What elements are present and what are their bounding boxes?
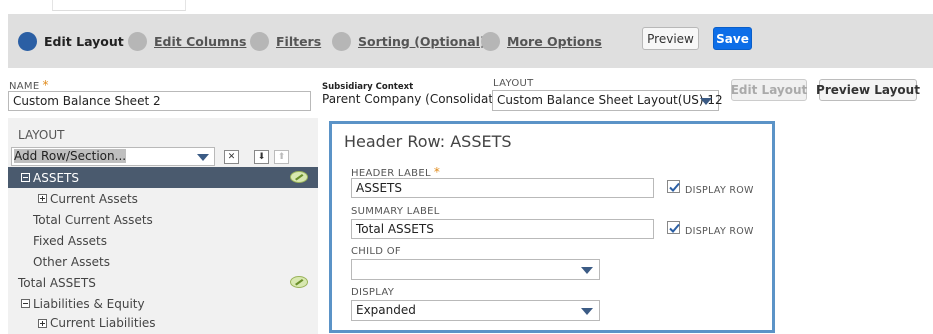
expand-icon[interactable]: [38, 318, 47, 328]
step-label: Edit Columns: [154, 33, 247, 49]
step-indicator-icon: [128, 31, 147, 51]
tree-row-liabilities-equity[interactable]: Liabilities & Equity: [8, 293, 318, 314]
tree-row-fixed-assets[interactable]: Fixed Assets: [8, 230, 318, 251]
step-label: More Options: [507, 33, 602, 49]
tree-row-current-liabilities[interactable]: Current Liabilities: [8, 314, 318, 332]
display-row-summary-checkbox[interactable]: [667, 221, 680, 234]
tree-row-label: Liabilities & Equity: [33, 296, 145, 311]
tree-row-label: Current Liabilities: [50, 316, 156, 330]
tree-row-current-assets[interactable]: Current Assets: [8, 188, 318, 209]
layout-panel-title: LAYOUT: [18, 128, 65, 142]
preview-button[interactable]: Preview: [642, 27, 699, 50]
tree-row-label: ASSETS: [33, 170, 79, 185]
subsidiary-context-label: Subsidiary Context: [322, 82, 414, 92]
add-row-select[interactable]: Add Row/Section...: [11, 147, 215, 166]
row-detail-panel: Header Row: ASSETS HEADER LABEL * ASSETS …: [329, 121, 775, 333]
move-up-icon[interactable]: ⬆: [274, 150, 289, 164]
checkmark-icon: [669, 182, 680, 192]
child-of-label: CHILD OF: [351, 246, 401, 257]
tree-row-assets[interactable]: ASSETS: [8, 167, 318, 188]
display-label: DISPLAY: [351, 287, 395, 298]
detail-title: Header Row: ASSETS: [344, 132, 512, 151]
step-indicator-icon: [481, 31, 500, 51]
summary-label-input[interactable]: Total ASSETS: [351, 219, 654, 239]
layout-select-value: Custom Balance Sheet Layout(US) 12: [497, 93, 723, 107]
tree-row-label: Total Current Assets: [33, 212, 153, 227]
collapse-icon[interactable]: [21, 299, 30, 308]
preview-layout-button[interactable]: Preview Layout: [816, 79, 920, 101]
display-row-label: DISPLAY ROW: [685, 226, 754, 237]
header-label-label: HEADER LABEL *: [351, 165, 441, 179]
display-value: Expanded: [356, 303, 416, 317]
tree-row-label: Total ASSETS: [18, 275, 96, 290]
top-strip: [52, 0, 186, 11]
display-row-header-checkbox[interactable]: [667, 180, 680, 193]
child-of-select[interactable]: [351, 259, 600, 280]
collapse-icon[interactable]: [21, 173, 30, 182]
layout-select[interactable]: Custom Balance Sheet Layout(US) 12: [492, 90, 723, 111]
layout-label: LAYOUT: [493, 78, 534, 89]
name-input[interactable]: Custom Balance Sheet 2: [8, 91, 311, 111]
close-icon[interactable]: ✕: [224, 150, 239, 164]
subsidiary-context-value: Parent Company (Consolidated): [322, 92, 513, 106]
step-label: Sorting (Optional): [358, 33, 486, 49]
tree-row-total-current-assets[interactable]: Total Current Assets: [8, 209, 318, 230]
tree-row-label: Other Assets: [33, 254, 110, 269]
chevron-down-icon: [197, 154, 209, 161]
summary-label-label: SUMMARY LABEL: [351, 206, 440, 217]
required-mark: *: [42, 78, 49, 92]
step-label: Filters: [276, 33, 322, 49]
display-row-label: DISPLAY ROW: [685, 185, 754, 196]
name-label: NAME *: [9, 78, 49, 92]
chevron-down-icon: [581, 308, 593, 315]
move-down-icon[interactable]: ⬇: [254, 150, 269, 164]
chevron-down-icon: [700, 98, 712, 105]
step-indicator-icon: [250, 31, 269, 51]
layout-tree-panel: LAYOUT Add Row/Section... ✕ ⬇ ⬆ ASSETS C…: [8, 118, 318, 334]
tree-row-label: Current Assets: [50, 191, 138, 206]
edit-pencil-icon[interactable]: [290, 276, 308, 288]
required-mark: *: [433, 165, 441, 179]
save-button[interactable]: Save: [713, 27, 752, 50]
step-sorting[interactable]: Sorting (Optional): [332, 31, 486, 51]
chevron-down-icon: [581, 267, 593, 274]
tree-row-label: Fixed Assets: [33, 233, 107, 248]
header-label-input[interactable]: ASSETS: [351, 178, 654, 198]
checkmark-icon: [669, 223, 680, 233]
step-more-options[interactable]: More Options: [481, 31, 602, 51]
step-edit-layout[interactable]: Edit Layout: [18, 31, 124, 51]
display-select[interactable]: Expanded: [351, 300, 600, 321]
tree-row-other-assets[interactable]: Other Assets: [8, 251, 318, 272]
tree-row-total-assets[interactable]: Total ASSETS: [8, 272, 318, 293]
step-filters[interactable]: Filters: [250, 31, 321, 51]
wizard-step-bar: Edit Layout Edit Columns Filters Sorting…: [8, 14, 933, 68]
step-indicator-icon: [332, 31, 351, 51]
edit-layout-button[interactable]: Edit Layout: [731, 79, 807, 101]
step-indicator-icon: [18, 31, 37, 51]
edit-pencil-icon[interactable]: [290, 171, 308, 183]
step-edit-columns[interactable]: Edit Columns: [128, 31, 246, 51]
expand-icon[interactable]: [38, 194, 47, 203]
add-row-value: Add Row/Section...: [14, 149, 127, 163]
step-label: Edit Layout: [44, 33, 124, 49]
